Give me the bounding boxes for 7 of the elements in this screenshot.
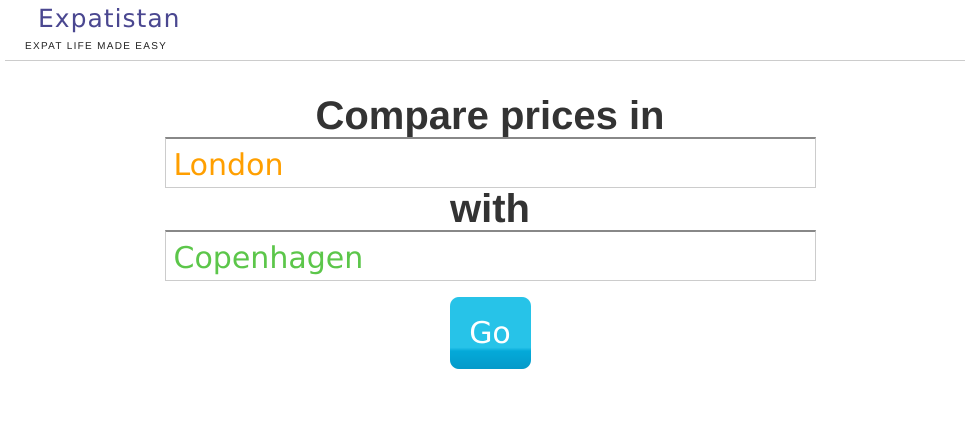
with-label: with	[450, 188, 530, 230]
city-field[interactable]: London	[164, 137, 816, 188]
go-button[interactable]: Go	[450, 297, 530, 369]
heading: Compare prices in	[315, 95, 664, 137]
city-field[interactable]: Copenhagen	[164, 230, 816, 281]
tagline: EXPAT LIFE MADE EASY	[25, 41, 168, 53]
logo[interactable]: Expatistan	[38, 4, 181, 34]
